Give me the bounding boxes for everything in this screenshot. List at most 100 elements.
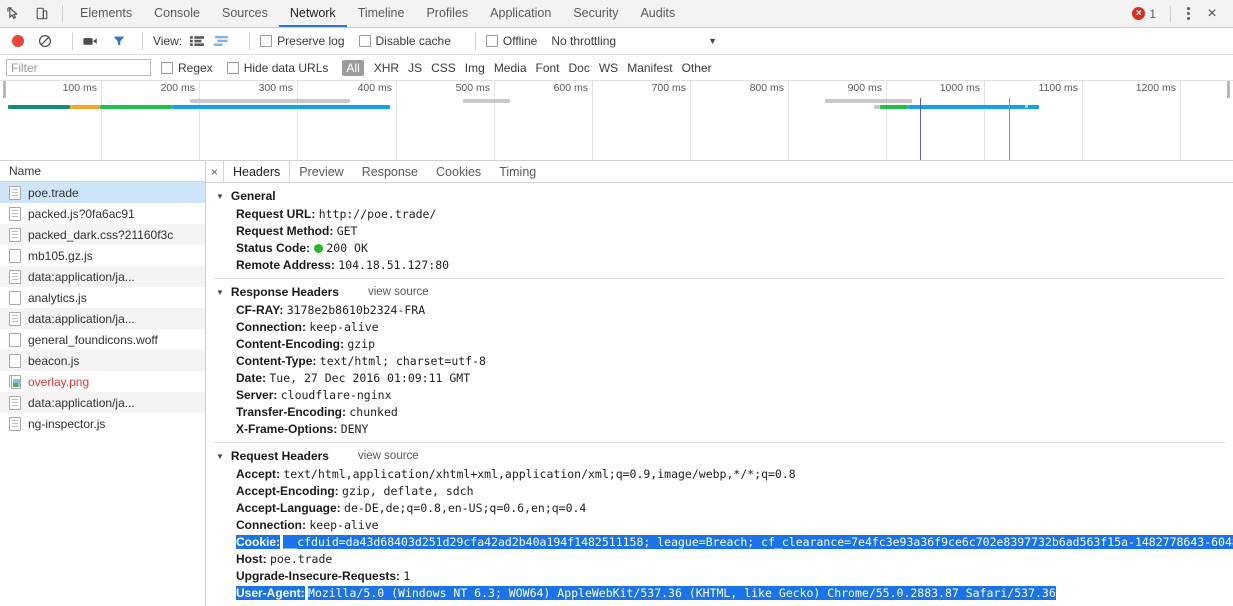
request-row-data-url-3[interactable]: data:application/ja...	[0, 392, 205, 413]
document-icon	[9, 416, 21, 431]
overview-tick-label: 1000 ms	[939, 82, 980, 94]
toolbar-divider-2	[142, 32, 143, 50]
network-overview-timeline[interactable]: 100 ms 200 ms 300 ms 400 ms 500 ms 600 m…	[0, 81, 1233, 161]
close-icon[interactable]: ×	[1199, 5, 1225, 23]
record-button-icon[interactable]	[12, 35, 24, 47]
kebab-menu-icon[interactable]	[1179, 7, 1197, 20]
request-row-packed-js[interactable]: packed.js?0fa6ac91	[0, 203, 205, 224]
headers-body: ▼ General Request URL: http://poe.trade/…	[206, 183, 1233, 606]
devtools-tabbar: Elements Console Sources Network Timelin…	[0, 0, 1233, 28]
tab-sources[interactable]: Sources	[211, 0, 279, 27]
header-row-server: Server: cloudflare-nginx	[206, 387, 1233, 404]
request-name: analytics.js	[28, 290, 87, 305]
tab-label: Console	[154, 5, 200, 20]
throttling-select-value[interactable]: No throttling	[551, 34, 616, 48]
overview-left-handle[interactable]	[3, 81, 6, 98]
filter-type-all[interactable]: All	[342, 59, 364, 76]
header-key: Accept:	[236, 467, 281, 481]
header-value: gzip, deflate, sdch	[342, 484, 474, 498]
detail-tab-timing[interactable]: Timing	[490, 161, 545, 182]
checkbox-box	[161, 61, 173, 74]
chevron-down-icon[interactable]: ▼	[708, 36, 717, 46]
overview-tick-label: 800 ms	[749, 82, 784, 94]
device-toolbar-icon[interactable]	[28, 0, 56, 27]
header-row-accept: Accept: text/html,application/xhtml+xml,…	[206, 466, 1233, 483]
hide-data-urls-checkbox[interactable]: Hide data URLs	[226, 60, 329, 75]
filter-type-doc[interactable]: Doc	[569, 61, 590, 75]
hide-data-urls-label: Hide data URLs	[243, 60, 329, 75]
filter-type-ws[interactable]: WS	[599, 61, 618, 75]
document-icon	[9, 395, 21, 410]
section-response-headers-header[interactable]: ▼ Response Headers view source	[206, 282, 1233, 302]
document-icon	[9, 206, 21, 221]
document-icon	[9, 311, 21, 326]
tab-profiles[interactable]: Profiles	[415, 0, 479, 27]
request-list-rows: poe.trade packed.js?0fa6ac91 packed_dark…	[0, 182, 205, 606]
tabbar-divider	[62, 5, 63, 22]
close-detail-icon[interactable]: ×	[206, 161, 224, 182]
tab-audits[interactable]: Audits	[629, 0, 686, 27]
overview-right-handle[interactable]	[1227, 81, 1230, 98]
error-badge[interactable]: × 1	[1132, 7, 1162, 21]
section-title: Response Headers	[230, 285, 339, 299]
detail-tab-headers[interactable]: Headers	[224, 161, 291, 182]
detail-tab-cookies[interactable]: Cookies	[427, 161, 490, 182]
header-row-accept-encoding: Accept-Encoding: gzip, deflate, sdch	[206, 483, 1233, 500]
request-row-poe-trade[interactable]: poe.trade	[0, 182, 205, 203]
request-row-overlay-png[interactable]: overlay.png	[0, 371, 205, 392]
disable-cache-checkbox[interactable]: Disable cache	[358, 34, 451, 48]
inspect-cursor-icon[interactable]	[0, 0, 28, 27]
view-source-link[interactable]: view source	[368, 286, 429, 298]
triangle-down-icon: ▼	[216, 191, 224, 201]
filter-type-media[interactable]: Media	[494, 61, 527, 75]
request-row-beacon-js[interactable]: beacon.js	[0, 350, 205, 371]
request-row-foundicons-woff[interactable]: general_foundicons.woff	[0, 329, 205, 350]
view-source-link[interactable]: view source	[358, 450, 419, 462]
clear-icon[interactable]	[38, 34, 52, 48]
overview-band-receiving	[172, 105, 390, 109]
request-row-data-url-1[interactable]: data:application/ja...	[0, 266, 205, 287]
header-key: Transfer-Encoding:	[236, 405, 347, 419]
panel-tabs: Elements Console Sources Network Timelin…	[69, 0, 686, 27]
filter-funnel-icon[interactable]	[112, 34, 126, 48]
tab-timeline[interactable]: Timeline	[347, 0, 416, 27]
view-list-icon[interactable]	[190, 35, 205, 47]
network-filter-bar: Regex Hide data URLs All XHR JS CSS Img …	[0, 55, 1233, 81]
tab-application[interactable]: Application	[479, 0, 562, 27]
regex-checkbox[interactable]: Regex	[161, 61, 213, 75]
section-request-headers-header[interactable]: ▼ Request Headers view source	[206, 446, 1233, 466]
request-row-analytics-js[interactable]: analytics.js	[0, 287, 205, 308]
filter-type-css[interactable]: CSS	[431, 61, 456, 75]
detail-tab-response[interactable]: Response	[353, 161, 427, 182]
filter-type-xhr[interactable]: XHR	[374, 61, 399, 75]
header-row-upgrade-insecure-requests: Upgrade-Insecure-Requests: 1	[206, 568, 1233, 585]
tab-security[interactable]: Security	[562, 0, 629, 27]
capture-screenshots-icon[interactable]	[83, 35, 98, 47]
view-waterfall-icon[interactable]	[214, 35, 229, 47]
checkbox-box	[358, 35, 371, 47]
load-event-marker	[1009, 98, 1010, 160]
filter-type-manifest[interactable]: Manifest	[627, 61, 672, 75]
offline-checkbox[interactable]: Offline	[485, 34, 537, 48]
request-list: Name poe.trade packed.js?0fa6ac91 packed…	[0, 161, 206, 606]
filter-type-font[interactable]: Font	[536, 61, 560, 75]
header-value: DENY	[340, 422, 369, 436]
section-general-header[interactable]: ▼ General	[206, 186, 1233, 206]
filter-input[interactable]	[6, 59, 151, 76]
filter-type-img[interactable]: Img	[465, 61, 485, 75]
tab-elements[interactable]: Elements	[69, 0, 143, 27]
request-row-data-url-2[interactable]: data:application/ja...	[0, 308, 205, 329]
detail-tab-preview[interactable]: Preview	[290, 161, 352, 182]
preserve-log-checkbox[interactable]: Preserve log	[260, 34, 345, 48]
filter-type-other[interactable]: Other	[682, 61, 712, 75]
tab-console[interactable]: Console	[143, 0, 211, 27]
tab-network[interactable]: Network	[278, 0, 347, 27]
request-list-header-name[interactable]: Name	[0, 161, 205, 182]
request-row-mb105[interactable]: mb105.gz.js	[0, 245, 205, 266]
filter-type-js[interactable]: JS	[408, 61, 422, 75]
detail-tabs: × Headers Preview Response Cookies Timin…	[206, 161, 1233, 183]
header-value: GET	[336, 224, 358, 238]
status-ok-icon	[314, 244, 324, 253]
request-row-packed-dark-css[interactable]: packed_dark.css?21160f3c	[0, 224, 205, 245]
request-row-ng-inspector-js[interactable]: ng-inspector.js	[0, 413, 205, 434]
